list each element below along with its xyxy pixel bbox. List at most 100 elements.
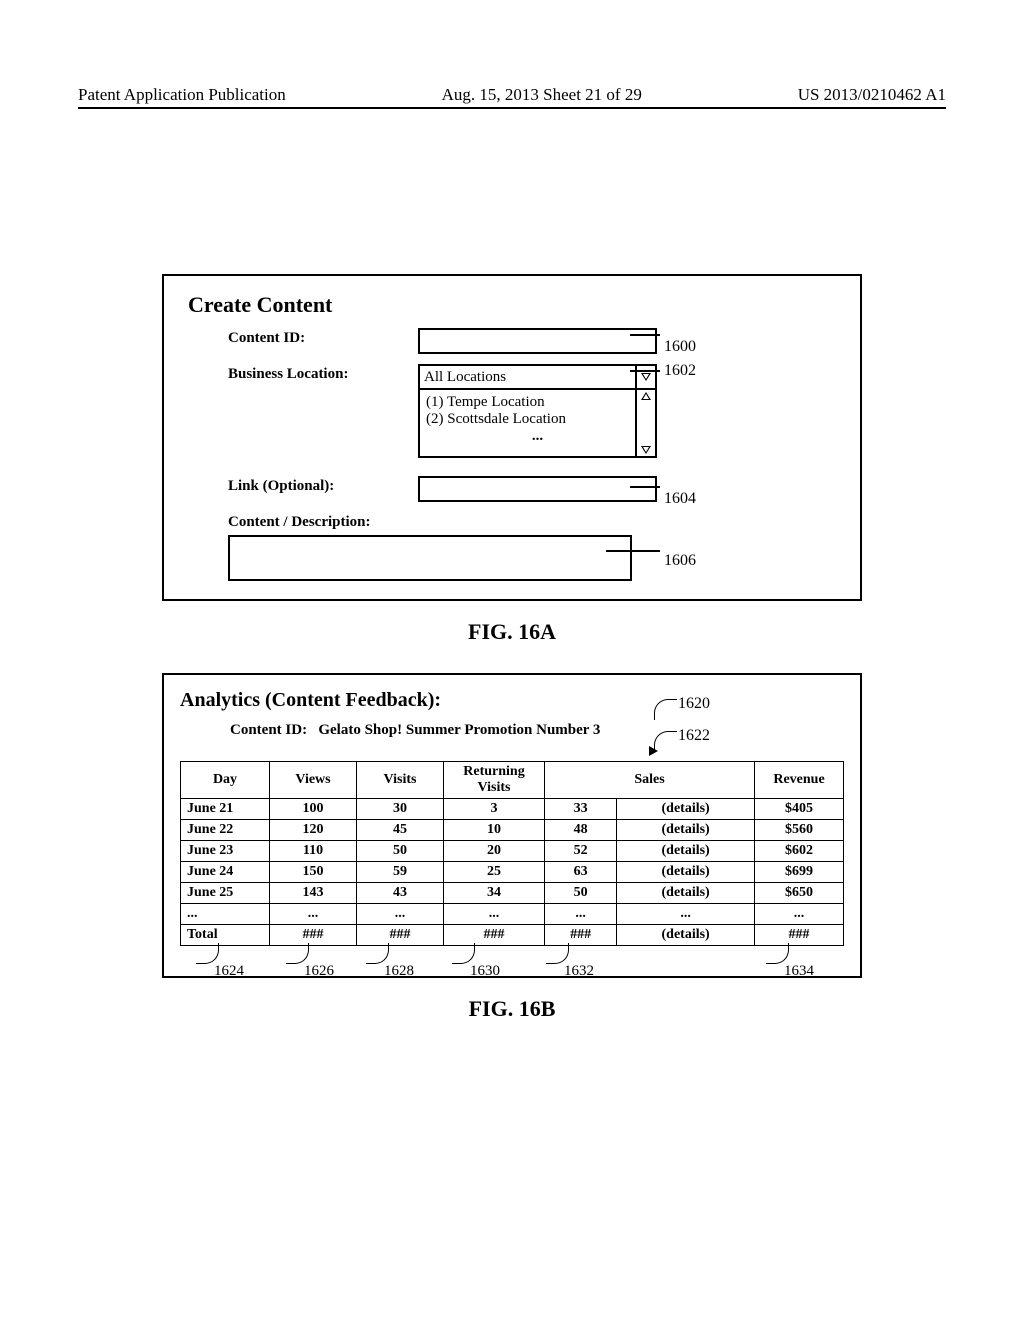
fig-16b-caption: FIG. 16B: [78, 996, 946, 1022]
cell-sales: 52: [545, 841, 617, 862]
callout-1624: 1624: [214, 963, 244, 980]
th-revenue: Revenue: [755, 762, 844, 799]
cell-sales: ...: [545, 904, 617, 925]
cell-views: 150: [270, 862, 357, 883]
callout-curve: [366, 943, 389, 964]
business-location-dropdown[interactable]: All Locations (1) Tempe Location (2) Sco…: [418, 364, 657, 458]
callout-1604: 1604: [664, 490, 696, 508]
callout-1630: 1630: [470, 963, 500, 980]
dropdown-selected: All Locations: [420, 366, 655, 390]
table-row: June 22120451048(details)$560: [181, 820, 844, 841]
cell-sales: 63: [545, 862, 617, 883]
cell-visits: 30: [357, 799, 444, 820]
callout-line: [630, 370, 660, 372]
scroll-down-icon[interactable]: [641, 446, 651, 454]
cell-returning: 10: [444, 820, 545, 841]
cell-sales: 33: [545, 799, 617, 820]
cell-views: 100: [270, 799, 357, 820]
callout-line: [606, 550, 660, 552]
callout-1626: 1626: [304, 963, 334, 980]
cell-returning: 20: [444, 841, 545, 862]
table-header-row: Day Views Visits Returning Visits Sales …: [181, 762, 844, 799]
callout-1632: 1632: [564, 963, 594, 980]
cell-views: 143: [270, 883, 357, 904]
cell-day: June 23: [181, 841, 270, 862]
th-returning: Returning Visits: [444, 762, 545, 799]
content-id-input[interactable]: [418, 328, 657, 354]
callout-1606: 1606: [664, 552, 696, 570]
header-right: US 2013/0210462 A1: [798, 85, 946, 105]
link-input[interactable]: [418, 476, 657, 502]
cell-details[interactable]: (details): [617, 820, 755, 841]
th-views: Views: [270, 762, 357, 799]
cell-visits: ...: [357, 904, 444, 925]
table-row: Total############(details)###: [181, 925, 844, 946]
table-row: June 2110030333(details)$405: [181, 799, 844, 820]
sub-label: Content ID:: [230, 722, 307, 738]
label-description: Content / Description:: [188, 512, 418, 531]
cell-day: Total: [181, 925, 270, 946]
analytics-subtitle: Content ID: Gelato Shop! Summer Promotio…: [230, 722, 844, 739]
th-visits: Visits: [357, 762, 444, 799]
cell-details[interactable]: (details): [617, 799, 755, 820]
callout-1602: 1602: [664, 362, 696, 380]
cell-day: June 24: [181, 862, 270, 883]
cell-details[interactable]: ...: [617, 904, 755, 925]
dropdown-option-2[interactable]: (2) Scottsdale Location: [426, 411, 649, 428]
cell-visits: 59: [357, 862, 444, 883]
callout-1620: 1620: [678, 695, 710, 713]
row-content-id: Content ID:: [188, 328, 840, 354]
scrollbar[interactable]: [635, 390, 655, 456]
cell-day: June 25: [181, 883, 270, 904]
callout-curve: [654, 699, 677, 720]
dropdown-option-1[interactable]: (1) Tempe Location: [426, 394, 649, 411]
cell-returning: ...: [444, 904, 545, 925]
table-row: June 25143433450(details)$650: [181, 883, 844, 904]
cell-visits: 45: [357, 820, 444, 841]
sub-value: Gelato Shop! Summer Promotion Number 3: [318, 722, 600, 738]
callout-curve: [196, 943, 219, 964]
analytics-table: Day Views Visits Returning Visits Sales …: [180, 761, 844, 946]
cell-details[interactable]: (details): [617, 925, 755, 946]
cell-visits: 43: [357, 883, 444, 904]
cell-revenue: $560: [755, 820, 844, 841]
callout-1628: 1628: [384, 963, 414, 980]
row-description: Content / Description:: [188, 512, 840, 531]
cell-revenue: $650: [755, 883, 844, 904]
cell-details[interactable]: (details): [617, 862, 755, 883]
cell-visits: 50: [357, 841, 444, 862]
table-row: June 24150592563(details)$699: [181, 862, 844, 883]
cell-revenue: $699: [755, 862, 844, 883]
callout-1634: 1634: [784, 963, 814, 980]
callout-line: [630, 486, 660, 488]
cell-details[interactable]: (details): [617, 883, 755, 904]
dropdown-list[interactable]: (1) Tempe Location (2) Scottsdale Locati…: [420, 390, 655, 456]
table-row: June 23110502052(details)$602: [181, 841, 844, 862]
cell-returning: 34: [444, 883, 545, 904]
analytics-title: Analytics (Content Feedback):: [180, 689, 844, 712]
cell-returning: 3: [444, 799, 545, 820]
callout-curve: [546, 943, 569, 964]
patent-page: Patent Application Publication Aug. 15, …: [0, 0, 1024, 1320]
th-day: Day: [181, 762, 270, 799]
dropdown-more: ...: [426, 428, 649, 445]
callout-line: [630, 334, 660, 336]
cell-sales: 50: [545, 883, 617, 904]
label-business-location: Business Location:: [188, 364, 418, 383]
row-business-location: Business Location: All Locations (1) Tem…: [188, 364, 840, 458]
fig-16b-panel: Analytics (Content Feedback): Content ID…: [162, 673, 862, 978]
header-center: Aug. 15, 2013 Sheet 21 of 29: [442, 85, 642, 105]
callout-curve: [286, 943, 309, 964]
callout-curve: [766, 943, 789, 964]
callout-1622: 1622: [678, 727, 710, 745]
cell-views: 120: [270, 820, 357, 841]
scroll-up-icon[interactable]: [641, 392, 651, 400]
description-textarea[interactable]: [228, 535, 632, 581]
label-link: Link (Optional):: [188, 476, 418, 495]
cell-revenue: $405: [755, 799, 844, 820]
label-content-id: Content ID:: [188, 328, 418, 347]
cell-details[interactable]: (details): [617, 841, 755, 862]
cell-sales: 48: [545, 820, 617, 841]
cell-revenue: $602: [755, 841, 844, 862]
th-sales: Sales: [545, 762, 755, 799]
